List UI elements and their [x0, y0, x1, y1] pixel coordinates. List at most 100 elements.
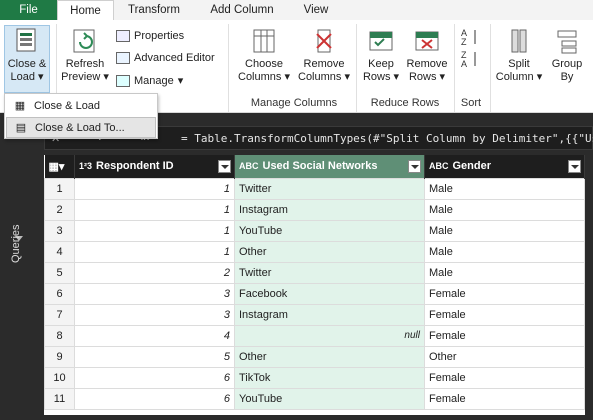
social-network-cell[interactable]: Facebook: [234, 282, 425, 305]
tab-home[interactable]: Home: [57, 0, 114, 20]
table-row[interactable]: 8 4 null Female: [44, 324, 585, 347]
remove-columns-button[interactable]: Remove Columns ▾: [296, 26, 352, 84]
tab-file[interactable]: File: [0, 0, 57, 20]
filter-button[interactable]: [568, 160, 581, 173]
tab-view[interactable]: View: [290, 0, 342, 20]
gender-cell[interactable]: Other: [424, 345, 585, 368]
gender-cell[interactable]: Female: [424, 366, 585, 389]
properties-label: Properties: [134, 30, 185, 42]
respondent-id-cell[interactable]: 3: [74, 282, 235, 305]
gender-cell[interactable]: Female: [424, 303, 585, 326]
refresh-label-2: Preview ▾: [61, 71, 109, 83]
column-header-gender[interactable]: ABC Gender: [424, 155, 585, 178]
properties-button[interactable]: Properties: [116, 30, 184, 42]
table-row[interactable]: 1 1 Twitter Male: [44, 177, 585, 200]
filter-button[interactable]: [408, 160, 421, 173]
ribbon-tabs: File Home Transform Add Column View: [0, 0, 593, 20]
number-type-icon[interactable]: 1²3: [79, 161, 92, 171]
sort-icon: AZZA: [461, 28, 476, 69]
column-header-respondent-id[interactable]: 1²3 Respondent ID: [74, 155, 235, 178]
respondent-id-cell[interactable]: 6: [74, 387, 235, 410]
choose-columns-icon: [253, 29, 275, 53]
queries-label: Queries: [10, 224, 22, 263]
gender-cell[interactable]: Female: [424, 387, 585, 410]
table-row[interactable]: 7 3 Instagram Female: [44, 303, 585, 326]
formula-text[interactable]: = Table.TransformColumnTypes(#"Split Col…: [181, 132, 593, 145]
remove-rows-button[interactable]: Remove Rows ▾: [404, 26, 450, 84]
social-network-cell[interactable]: TikTok: [234, 366, 425, 389]
social-network-cell[interactable]: null: [234, 324, 425, 347]
social-network-cell[interactable]: YouTube: [234, 219, 425, 242]
refresh-preview-button[interactable]: Refresh Preview ▾: [60, 26, 110, 84]
data-grid[interactable]: ▦▾ 1²3 Respondent ID ABC Used Social Netwo…: [44, 155, 585, 415]
respondent-id-cell[interactable]: 6: [74, 366, 235, 389]
tab-add-column[interactable]: Add Column: [194, 0, 290, 20]
table-row[interactable]: 9 5 Other Other: [44, 345, 585, 368]
advanced-editor-button[interactable]: Advanced Editor: [116, 52, 215, 64]
row-number[interactable]: 2: [44, 198, 75, 221]
manage-button[interactable]: Manage ▾: [116, 74, 183, 87]
table-row[interactable]: 10 6 TikTok Female: [44, 366, 585, 389]
row-number[interactable]: 6: [44, 282, 75, 305]
filter-button[interactable]: [218, 160, 231, 173]
row-number[interactable]: 1: [44, 177, 75, 200]
table-row[interactable]: 5 2 Twitter Male: [44, 261, 585, 284]
close-load-label-2: Load ▾: [10, 71, 44, 83]
menu-item-close-load-to[interactable]: ▤ Close & Load To...: [6, 117, 156, 138]
sort-buttons[interactable]: AZZA: [458, 26, 484, 72]
gender-cell[interactable]: Male: [424, 198, 585, 221]
social-network-cell[interactable]: Other: [234, 240, 425, 263]
social-network-cell[interactable]: Instagram: [234, 198, 425, 221]
close-load-button[interactable]: Close & Load ▾: [4, 25, 50, 93]
row-number[interactable]: 8: [44, 324, 75, 347]
respondent-id-cell[interactable]: 3: [74, 303, 235, 326]
table-row[interactable]: 4 1 Other Male: [44, 240, 585, 263]
social-network-cell[interactable]: Instagram: [234, 303, 425, 326]
respondent-id-cell[interactable]: 4: [74, 324, 235, 347]
keep-rows-label-2: Rows ▾: [362, 71, 400, 83]
social-network-cell[interactable]: YouTube: [234, 387, 425, 410]
respondent-id-cell[interactable]: 1: [74, 240, 235, 263]
queries-pane[interactable]: Queries: [0, 113, 38, 420]
gender-cell[interactable]: Female: [424, 324, 585, 347]
table-row[interactable]: 3 1 YouTube Male: [44, 219, 585, 242]
remove-rows-label-2: Rows ▾: [408, 71, 446, 83]
power-query-editor: File Home Transform Add Column View Clos…: [0, 0, 593, 420]
row-number[interactable]: 5: [44, 261, 75, 284]
column-header-used-social-networks[interactable]: ABC Used Social Networks: [234, 155, 425, 178]
remove-rows-icon: [415, 31, 439, 51]
row-number[interactable]: 7: [44, 303, 75, 326]
menu-item-close-load[interactable]: ▦ Close & Load: [6, 95, 156, 116]
table-row[interactable]: 11 6 YouTube Female: [44, 387, 585, 410]
select-all-icon[interactable]: ▦▾: [44, 155, 75, 178]
respondent-id-cell[interactable]: 2: [74, 261, 235, 284]
tab-transform[interactable]: Transform: [114, 0, 194, 20]
respondent-id-cell[interactable]: 1: [74, 219, 235, 242]
gender-cell[interactable]: Male: [424, 219, 585, 242]
text-type-icon[interactable]: ABC: [239, 161, 259, 171]
choose-columns-button[interactable]: Choose Columns ▾: [236, 26, 292, 84]
respondent-id-cell[interactable]: 1: [74, 177, 235, 200]
respondent-id-cell[interactable]: 1: [74, 198, 235, 221]
gender-cell[interactable]: Male: [424, 261, 585, 284]
keep-rows-button[interactable]: Keep Rows ▾: [360, 26, 402, 84]
table-row[interactable]: 6 3 Facebook Female: [44, 282, 585, 305]
header-label: Used Social Networks: [262, 160, 378, 173]
social-network-cell[interactable]: Twitter: [234, 261, 425, 284]
row-number[interactable]: 4: [44, 240, 75, 263]
social-network-cell[interactable]: Other: [234, 345, 425, 368]
row-number[interactable]: 11: [44, 387, 75, 410]
respondent-id-cell[interactable]: 5: [74, 345, 235, 368]
gender-cell[interactable]: Male: [424, 177, 585, 200]
row-number[interactable]: 10: [44, 366, 75, 389]
table-row[interactable]: 2 1 Instagram Male: [44, 198, 585, 221]
choose-label: Choose: [245, 58, 283, 70]
text-type-icon[interactable]: ABC: [429, 161, 449, 171]
social-network-cell[interactable]: Twitter: [234, 177, 425, 200]
split-column-button[interactable]: Split Column ▾: [494, 26, 544, 84]
gender-cell[interactable]: Male: [424, 240, 585, 263]
row-number[interactable]: 9: [44, 345, 75, 368]
gender-cell[interactable]: Female: [424, 282, 585, 305]
row-number[interactable]: 3: [44, 219, 75, 242]
group-by-button[interactable]: Group By: [546, 26, 588, 84]
